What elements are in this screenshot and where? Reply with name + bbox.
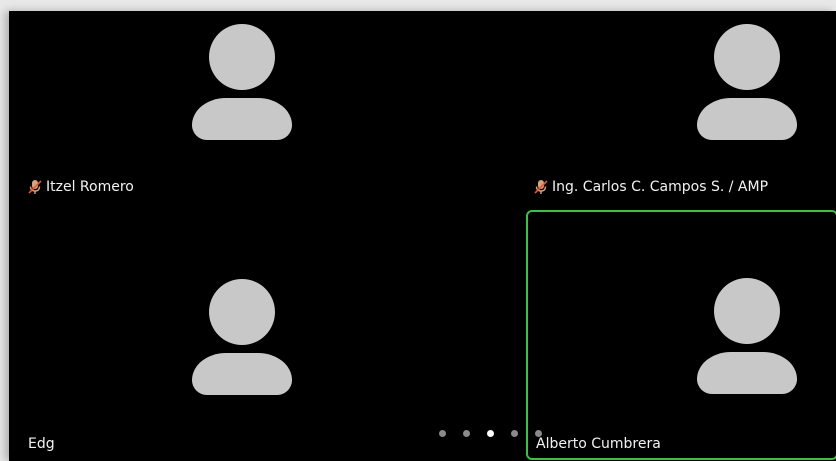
participant-name-label: Ing. Carlos C. Campos S. / AMP — [534, 179, 768, 195]
person-avatar-icon — [697, 24, 797, 140]
person-avatar-icon — [192, 24, 292, 140]
participant-tile-edg[interactable]: Edg — [9, 211, 521, 461]
page-dot[interactable] — [439, 430, 446, 437]
participant-tile-alberto-cumbrera[interactable]: Alberto Cumbrera — [526, 210, 836, 460]
page-dot[interactable] — [511, 430, 518, 437]
participant-tile-itzel-romero[interactable]: Itzel Romero — [9, 11, 521, 211]
participant-name-label: Itzel Romero — [28, 179, 134, 195]
participant-name: Alberto Cumbrera — [536, 436, 661, 452]
person-avatar-icon — [697, 278, 797, 394]
page-indicator — [439, 430, 542, 437]
page-dot-active[interactable] — [487, 430, 494, 437]
participant-name-label: Alberto Cumbrera — [536, 436, 661, 452]
mic-muted-icon — [28, 180, 42, 194]
person-avatar-icon — [192, 279, 292, 395]
participant-tile-carlos-campos[interactable]: Ing. Carlos C. Campos S. / AMP — [527, 11, 836, 211]
participant-name-label: Edg — [28, 436, 55, 452]
participant-name: Itzel Romero — [46, 179, 134, 195]
participant-name: Edg — [28, 436, 55, 452]
page-dot[interactable] — [535, 430, 542, 437]
page-dot[interactable] — [463, 430, 470, 437]
mic-muted-icon — [534, 180, 548, 194]
participant-name: Ing. Carlos C. Campos S. / AMP — [552, 179, 769, 195]
video-call-grid: Itzel Romero Ing. Carlos C. Campos S. / … — [9, 11, 836, 461]
